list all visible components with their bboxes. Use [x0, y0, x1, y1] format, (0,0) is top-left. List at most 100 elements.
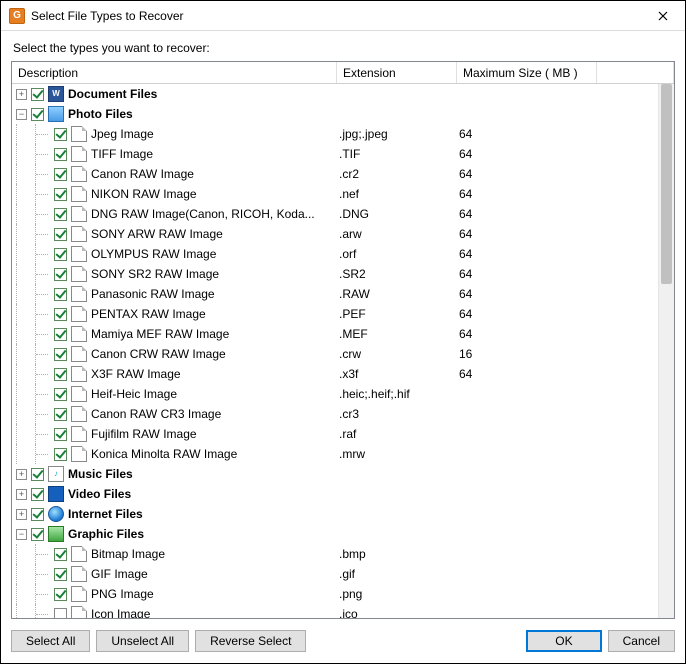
row-checkbox[interactable]	[54, 288, 67, 301]
table-row[interactable]: Panasonic RAW Image.RAW64	[12, 284, 674, 304]
file-icon	[71, 146, 87, 162]
tree-guide	[35, 384, 54, 404]
graphic-icon	[48, 526, 64, 542]
table-row[interactable]: +Video Files	[12, 484, 674, 504]
column-description[interactable]: Description	[12, 62, 337, 83]
column-max-size[interactable]: Maximum Size ( MB )	[457, 62, 597, 83]
row-checkbox[interactable]	[31, 508, 44, 521]
row-checkbox[interactable]	[31, 488, 44, 501]
table-row[interactable]: NIKON RAW Image.nef64	[12, 184, 674, 204]
table-row[interactable]: GIF Image.gif	[12, 564, 674, 584]
row-label: PENTAX RAW Image	[91, 307, 206, 321]
cell-description: −Photo Files	[12, 106, 337, 122]
cell-max-size: 64	[457, 367, 597, 381]
table-row[interactable]: +WDocument Files	[12, 84, 674, 104]
collapse-icon[interactable]: −	[16, 109, 27, 120]
cell-extension: .PEF	[337, 307, 457, 321]
row-checkbox[interactable]	[54, 348, 67, 361]
row-checkbox[interactable]	[54, 568, 67, 581]
table-row[interactable]: −Graphic Files	[12, 524, 674, 544]
expand-icon[interactable]: +	[16, 89, 27, 100]
table-row[interactable]: Heif-Heic Image.heic;.heif;.hif	[12, 384, 674, 404]
row-checkbox[interactable]	[54, 388, 67, 401]
cell-max-size: 64	[457, 167, 597, 181]
row-checkbox[interactable]	[31, 528, 44, 541]
indent-guides	[16, 424, 54, 444]
window-title: Select File Types to Recover	[31, 9, 643, 23]
collapse-icon[interactable]: −	[16, 529, 27, 540]
scrollbar-thumb[interactable]	[661, 84, 672, 284]
row-checkbox[interactable]	[31, 88, 44, 101]
row-checkbox[interactable]	[54, 588, 67, 601]
indent-guides	[16, 164, 54, 184]
cell-description: SONY SR2 RAW Image	[12, 264, 337, 284]
row-checkbox[interactable]	[54, 268, 67, 281]
dialog-window: G Select File Types to Recover Select th…	[0, 0, 686, 664]
row-label: PNG Image	[91, 587, 154, 601]
cell-extension: .cr2	[337, 167, 457, 181]
table-row[interactable]: PNG Image.png	[12, 584, 674, 604]
column-extension[interactable]: Extension	[337, 62, 457, 83]
table-row[interactable]: X3F RAW Image.x3f64	[12, 364, 674, 384]
row-checkbox[interactable]	[54, 368, 67, 381]
tree-guide	[16, 344, 35, 364]
row-checkbox[interactable]	[54, 228, 67, 241]
cell-max-size: 64	[457, 187, 597, 201]
table-row[interactable]: Fujifilm RAW Image.raf	[12, 424, 674, 444]
table-row[interactable]: Icon Image.ico	[12, 604, 674, 618]
row-checkbox[interactable]	[54, 448, 67, 461]
file-icon	[71, 186, 87, 202]
cancel-button[interactable]: Cancel	[608, 630, 675, 652]
table-row[interactable]: SONY ARW RAW Image.arw64	[12, 224, 674, 244]
table-row[interactable]: Jpeg Image.jpg;.jpeg64	[12, 124, 674, 144]
table-row[interactable]: Canon CRW RAW Image.crw16	[12, 344, 674, 364]
close-button[interactable]	[643, 2, 683, 30]
expand-icon[interactable]: +	[16, 469, 27, 480]
row-checkbox[interactable]	[54, 548, 67, 561]
table-row[interactable]: Mamiya MEF RAW Image.MEF64	[12, 324, 674, 344]
table-row[interactable]: Canon RAW Image.cr264	[12, 164, 674, 184]
table-row[interactable]: OLYMPUS RAW Image.orf64	[12, 244, 674, 264]
row-checkbox[interactable]	[31, 468, 44, 481]
row-checkbox[interactable]	[54, 408, 67, 421]
row-checkbox[interactable]	[54, 308, 67, 321]
cell-description: Canon RAW Image	[12, 164, 337, 184]
table-row[interactable]: Canon RAW CR3 Image.cr3	[12, 404, 674, 424]
table-row[interactable]: +Internet Files	[12, 504, 674, 524]
cell-description: Bitmap Image	[12, 544, 337, 564]
cell-max-size: 64	[457, 307, 597, 321]
row-checkbox[interactable]	[54, 608, 67, 619]
row-checkbox[interactable]	[54, 248, 67, 261]
row-checkbox[interactable]	[54, 128, 67, 141]
row-checkbox[interactable]	[54, 428, 67, 441]
tree-guide	[35, 344, 54, 364]
cell-description: GIF Image	[12, 564, 337, 584]
tree-guide	[35, 564, 54, 584]
cell-extension: .ico	[337, 607, 457, 618]
row-checkbox[interactable]	[54, 188, 67, 201]
table-row[interactable]: +♪Music Files	[12, 464, 674, 484]
ok-button[interactable]: OK	[526, 630, 601, 652]
row-checkbox[interactable]	[54, 148, 67, 161]
tree-guide	[16, 124, 35, 144]
table-row[interactable]: −Photo Files	[12, 104, 674, 124]
row-checkbox[interactable]	[54, 208, 67, 221]
table-row[interactable]: SONY SR2 RAW Image.SR264	[12, 264, 674, 284]
table-row[interactable]: PENTAX RAW Image .PEF64	[12, 304, 674, 324]
reverse-select-button[interactable]: Reverse Select	[195, 630, 306, 652]
cell-extension: .nef	[337, 187, 457, 201]
indent-guides	[16, 204, 54, 224]
table-row[interactable]: Konica Minolta RAW Image.mrw	[12, 444, 674, 464]
row-checkbox[interactable]	[54, 328, 67, 341]
unselect-all-button[interactable]: Unselect All	[96, 630, 189, 652]
tree-guide	[35, 304, 54, 324]
table-row[interactable]: Bitmap Image.bmp	[12, 544, 674, 564]
vertical-scrollbar[interactable]	[658, 84, 674, 618]
row-checkbox[interactable]	[31, 108, 44, 121]
expand-icon[interactable]: +	[16, 489, 27, 500]
table-row[interactable]: TIFF Image.TIF64	[12, 144, 674, 164]
row-checkbox[interactable]	[54, 168, 67, 181]
table-row[interactable]: DNG RAW Image(Canon, RICOH, Koda....DNG6…	[12, 204, 674, 224]
expand-icon[interactable]: +	[16, 509, 27, 520]
select-all-button[interactable]: Select All	[11, 630, 90, 652]
